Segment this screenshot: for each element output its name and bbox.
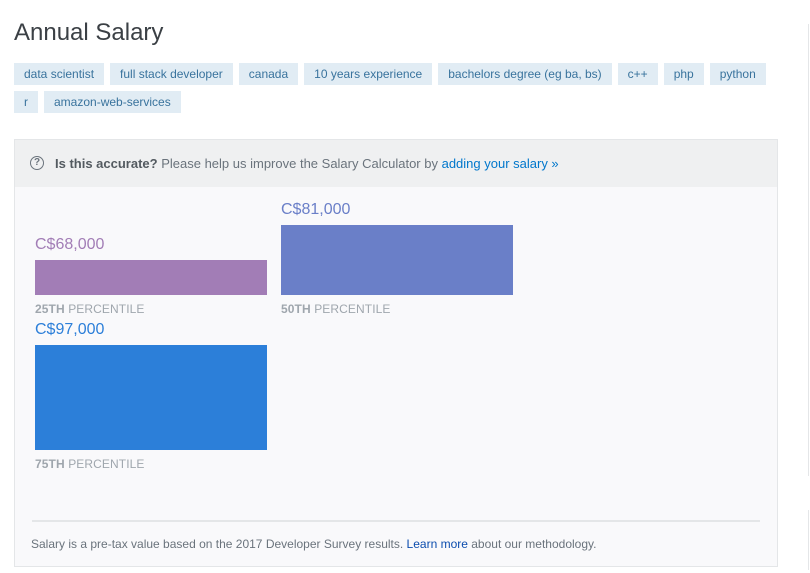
bar-25th-percentile	[35, 260, 267, 295]
bar-label: PERCENTILE	[68, 302, 145, 316]
bar-caption: 50TH PERCENTILE	[281, 302, 391, 316]
notice-text: Is this accurate? Please help us improve…	[55, 140, 559, 187]
accuracy-notice: ? Is this accurate? Please help us impro…	[15, 140, 777, 187]
bar-value-label: C$97,000	[35, 321, 105, 338]
tag-full-stack-developer[interactable]: full stack developer	[110, 63, 233, 85]
tag-10-years-experience[interactable]: 10 years experience	[304, 63, 433, 85]
tag-bachelors-degree[interactable]: bachelors degree (eg ba, bs)	[438, 63, 612, 85]
bar-50th-percentile	[281, 225, 513, 295]
notice-body: Please help us improve the Salary Calcul…	[157, 156, 442, 171]
add-salary-link[interactable]: adding your salary »	[442, 156, 559, 171]
tag-cpp[interactable]: c++	[617, 63, 658, 85]
page-title: Annual Salary	[14, 19, 164, 46]
tag-python[interactable]: python	[709, 63, 766, 85]
bar-rank: 75TH	[35, 457, 65, 471]
bar-75th-percentile	[35, 345, 267, 450]
footer-text: Salary is a pre-tax value based on the 2…	[31, 537, 407, 551]
learn-more-link[interactable]: Learn more	[407, 537, 468, 551]
tag-list: data scientist full stack developer cana…	[14, 63, 774, 119]
bar-value-label: C$81,000	[281, 201, 351, 218]
notice-strong: Is this accurate?	[55, 156, 158, 171]
sidebar-divider	[808, 24, 809, 476]
tag-amazon-web-services[interactable]: amazon-web-services	[44, 91, 181, 113]
bar-value-label: C$68,000	[35, 236, 105, 253]
tag-r[interactable]: r	[14, 91, 38, 113]
footer-text-after: about our methodology.	[467, 537, 597, 551]
salary-panel: ? Is this accurate? Please help us impro…	[14, 139, 778, 567]
sidebar-divider	[808, 510, 809, 570]
bar-caption: 75TH PERCENTILE	[35, 457, 145, 471]
salary-chart: C$68,000 25TH PERCENTILE C$81,000 50TH P…	[15, 187, 777, 517]
bar-label: PERCENTILE	[314, 302, 391, 316]
bar-caption: 25TH PERCENTILE	[35, 302, 145, 316]
tag-php[interactable]: php	[663, 63, 704, 85]
footer-divider	[32, 520, 760, 522]
bar-label: PERCENTILE	[68, 457, 145, 471]
tag-data-scientist[interactable]: data scientist	[14, 63, 105, 85]
bar-rank: 25TH	[35, 302, 65, 316]
bar-rank: 50TH	[281, 302, 311, 316]
methodology-note: Salary is a pre-tax value based on the 2…	[31, 537, 596, 551]
question-circle-icon: ?	[30, 156, 44, 170]
tag-canada[interactable]: canada	[238, 63, 299, 85]
